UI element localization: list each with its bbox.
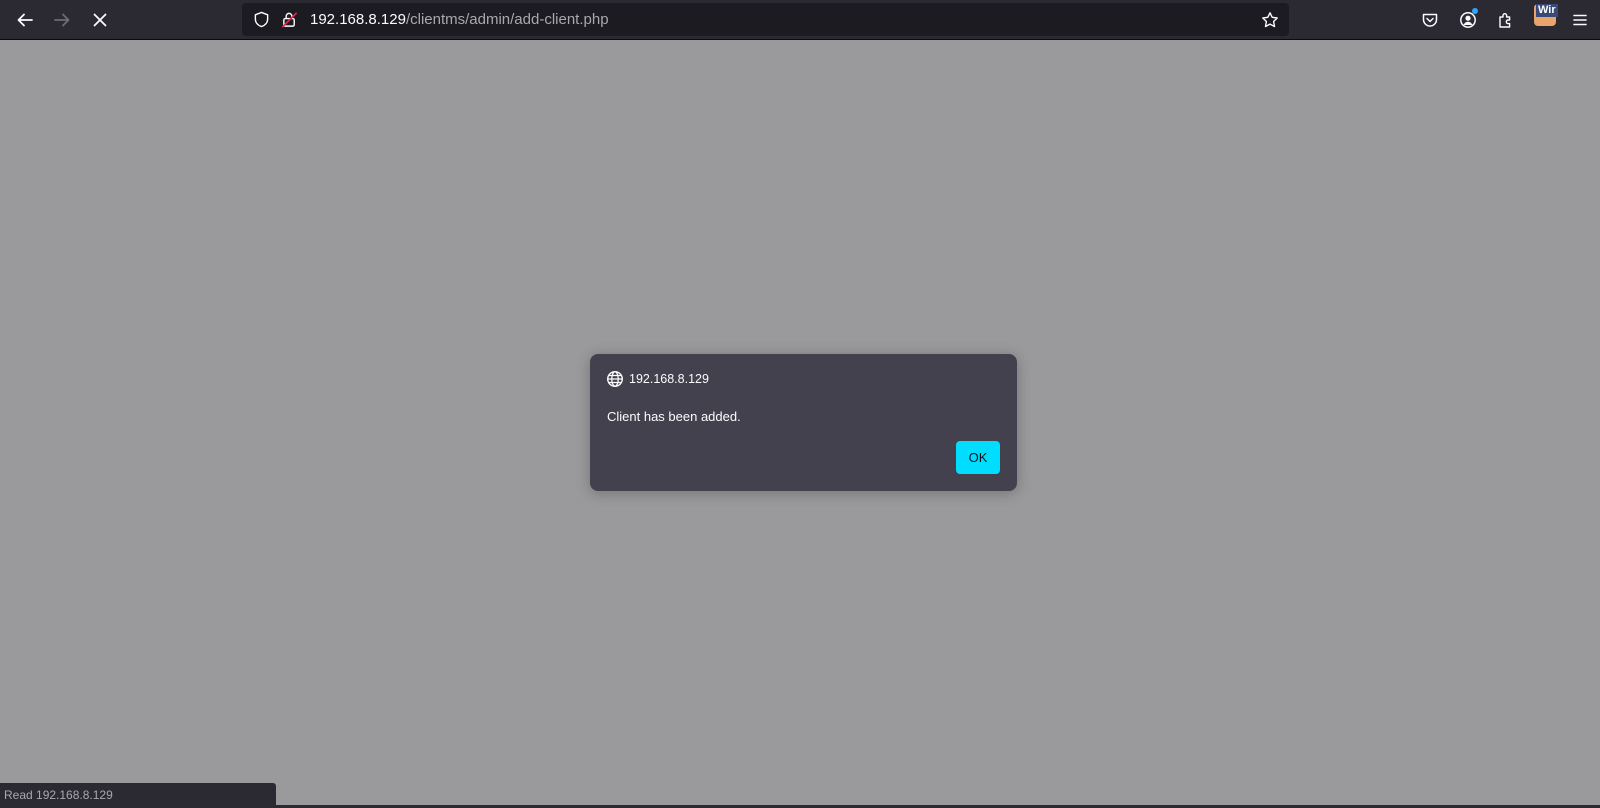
insecure-lock-icon [281, 12, 297, 28]
extensions-button[interactable] [1490, 4, 1522, 36]
url-host: 192.168.8.129 [310, 11, 406, 28]
url-path: /clientms/admin/add-client.php [405, 11, 609, 28]
account-button[interactable] [1452, 4, 1484, 36]
dialog-header: 192.168.8.129 [606, 370, 709, 388]
stop-button[interactable] [84, 4, 116, 36]
globe-icon [606, 370, 624, 388]
forward-button[interactable] [46, 4, 78, 36]
back-arrow-icon [17, 13, 33, 27]
close-icon [93, 13, 107, 27]
pocket-icon [1422, 13, 1438, 27]
dialog-message: Client has been added. [607, 409, 741, 424]
browser-toolbar: 192.168.8.129/clientms/admin/add-client.… [0, 0, 1600, 40]
ok-button[interactable]: OK [956, 441, 1000, 474]
forward-arrow-icon [54, 13, 70, 27]
url-bar[interactable]: 192.168.8.129/clientms/admin/add-client.… [242, 3, 1289, 36]
notification-dot [1472, 8, 1478, 14]
bookmark-button[interactable] [1257, 7, 1283, 33]
puzzle-icon [1499, 13, 1511, 28]
status-bar: Read 192.168.8.129 [0, 783, 276, 806]
tracking-protection-button[interactable] [248, 7, 274, 33]
alert-dialog: 192.168.8.129 Client has been added. OK [590, 354, 1017, 491]
hamburger-menu-icon [1573, 14, 1587, 26]
extension-badge-text: Wir [1536, 4, 1558, 17]
menu-button[interactable] [1564, 4, 1596, 36]
site-info-button[interactable] [276, 7, 302, 33]
back-button[interactable] [9, 4, 41, 36]
pocket-button[interactable] [1414, 4, 1446, 36]
dialog-origin: 192.168.8.129 [629, 372, 709, 386]
star-icon [1262, 12, 1278, 28]
shield-icon [254, 11, 268, 28]
url-text[interactable]: 192.168.8.129/clientms/admin/add-client.… [310, 11, 609, 28]
